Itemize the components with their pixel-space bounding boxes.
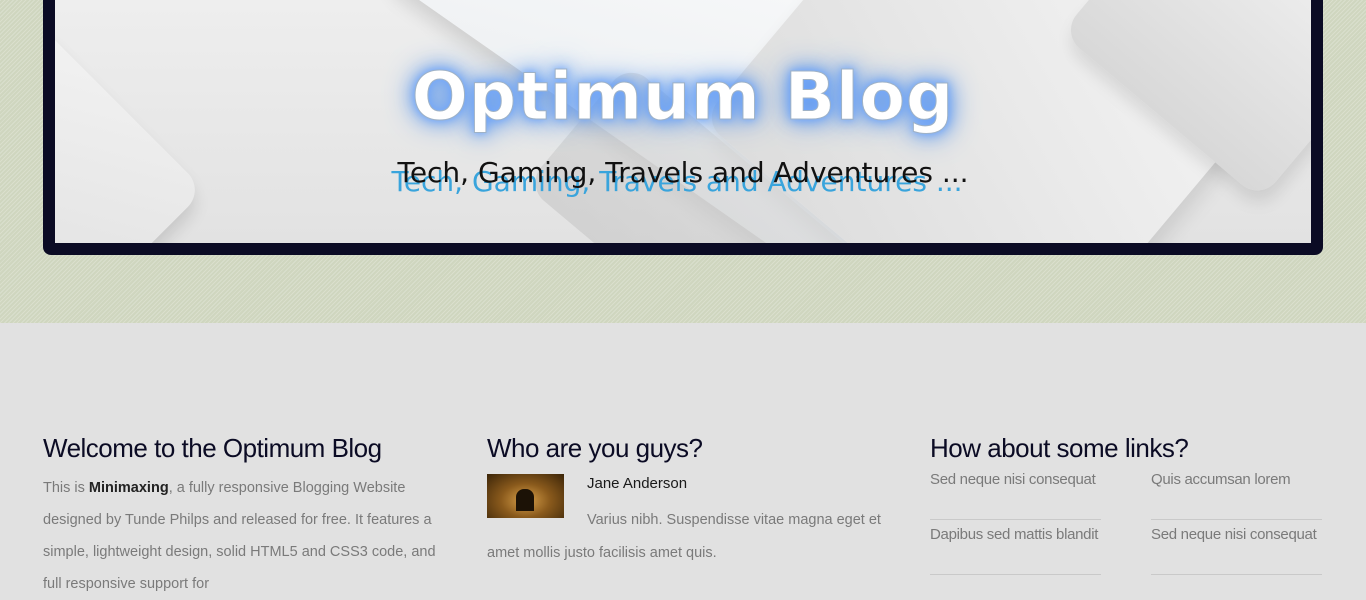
author-bio: Varius nibh. Suspendisse vitae magna ege… [487,512,881,561]
welcome-section: Welcome to the Optimum Blog This is Mini… [43,433,443,600]
link-item[interactable]: Sed neque nisi consequat [930,471,1101,520]
about-section: Who are you guys? Jane Anderson Varius n… [487,433,887,561]
site-title[interactable]: Optimum Blog [55,58,1311,136]
brand-name: Minimaxing [88,480,169,496]
site-tagline: Tech, Gaming, Travels and Adventures ... [397,156,969,189]
welcome-heading: Welcome to the Optimum Blog [43,433,382,463]
welcome-text-before: This is [43,480,89,496]
banner-frame: Optimum Blog Tech, Gaming, Travels and A… [43,0,1323,255]
link-item[interactable]: Quis accumsan lorem [1151,471,1322,520]
header-band: Optimum Blog Tech, Gaming, Travels and A… [0,0,1366,323]
welcome-text-after: , a fully responsive Blogging Website de… [43,480,436,592]
about-heading: Who are you guys? [487,433,703,463]
links-section: How about some links? Sed neque nisi con… [930,433,1323,575]
welcome-text: This is Minimaxing, a fully responsive B… [43,472,443,600]
author-name: Jane Anderson [587,475,688,492]
links-heading: How about some links? [930,433,1189,463]
banner-image: Optimum Blog Tech, Gaming, Travels and A… [55,0,1311,243]
